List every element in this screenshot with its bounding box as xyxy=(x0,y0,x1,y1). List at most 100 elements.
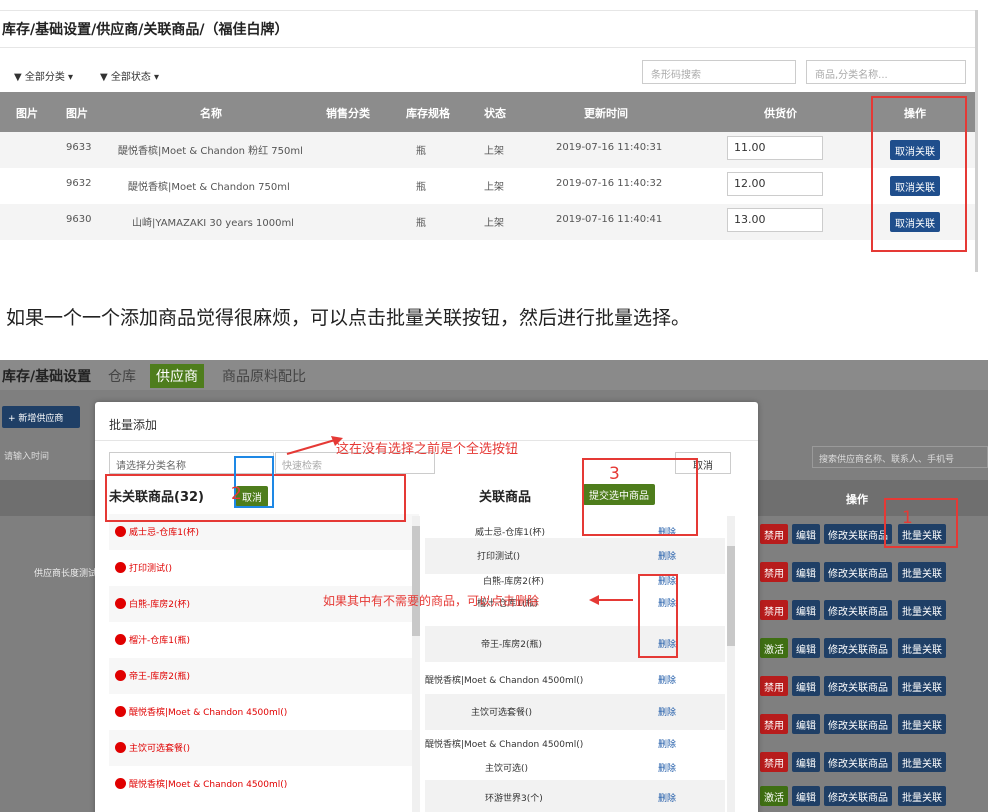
delete-highlight-box xyxy=(638,574,678,658)
tab-warehouse[interactable]: 仓库 xyxy=(108,366,136,386)
modify-linked-button[interactable]: 修改关联商品 xyxy=(824,752,892,772)
delete-link[interactable]: 删除 xyxy=(658,673,676,686)
item-label: 威士忌-仓库1(杯) xyxy=(475,528,545,538)
delete-link[interactable]: 删除 xyxy=(658,761,676,774)
item-label: 白熊-库房2(杯) xyxy=(129,600,190,610)
item-label: 醍悦香槟|Moet & Chandon 4500ml() xyxy=(425,676,584,686)
actions-highlight-box xyxy=(871,96,967,252)
table-row: 9630 山崎|YAMAZAKI 30 years 1000ml 瓶 上架 20… xyxy=(0,204,975,240)
batch-link-button[interactable]: 批量关联 xyxy=(898,752,946,772)
col-sales-category: 销售分类 xyxy=(326,107,370,120)
disable-button[interactable]: 禁用 xyxy=(760,714,788,734)
modify-linked-button[interactable]: 修改关联商品 xyxy=(824,786,892,806)
item-label: 打印测试() xyxy=(477,552,521,562)
edit-button[interactable]: 编辑 xyxy=(792,786,820,806)
edit-button[interactable]: 编辑 xyxy=(792,752,820,772)
activate-button[interactable]: 激活 xyxy=(760,638,788,658)
batch-link-button[interactable]: 批量关联 xyxy=(898,714,946,734)
item-label: 主饮可选() xyxy=(485,764,529,774)
tab-recipe[interactable]: 商品原料配比 xyxy=(222,366,306,386)
linked-list: 威士忌-仓库1(杯) 删除 打印测试() 删除 白熊-库房2(杯) 删除 榴汁-仓库1… xyxy=(425,514,725,812)
delete-link[interactable]: 删除 xyxy=(658,737,676,750)
row-name: 醍悦香槟|Moet & Chandon 粉红 750ml xyxy=(118,146,303,157)
col-image: 图片 xyxy=(16,107,38,120)
delete-link[interactable]: 删除 xyxy=(658,705,676,718)
modify-linked-button[interactable]: 修改关联商品 xyxy=(824,524,892,544)
batch-link-button[interactable]: 批量关联 xyxy=(898,600,946,620)
add-supplier-button[interactable]: + 新增供应商 xyxy=(2,406,80,428)
list-item[interactable]: 帝王-库房2(瓶) xyxy=(109,658,419,694)
modify-linked-button[interactable]: 修改关联商品 xyxy=(824,676,892,696)
row-updated: 2019-07-16 11:40:32 xyxy=(556,178,663,189)
delete-link[interactable]: 删除 xyxy=(658,791,676,804)
unselected-dot-icon xyxy=(115,562,126,573)
row-unit: 瓶 xyxy=(416,218,426,229)
annotation-number-2: 2 xyxy=(231,484,242,504)
price-input[interactable]: 11.00 xyxy=(727,136,823,160)
supplier-search-input[interactable]: 搜索供应商名称、联系人、手机号 xyxy=(812,446,988,468)
disable-button[interactable]: 禁用 xyxy=(760,524,788,544)
unselected-dot-icon xyxy=(115,598,126,609)
edit-button[interactable]: 编辑 xyxy=(792,714,820,734)
status-filter[interactable]: ▼ 全部状态 ▾ xyxy=(100,68,159,83)
disable-button[interactable]: 禁用 xyxy=(760,562,788,582)
edit-button[interactable]: 编辑 xyxy=(792,562,820,582)
edit-button[interactable]: 编辑 xyxy=(792,676,820,696)
row-updated: 2019-07-16 11:40:31 xyxy=(556,142,663,153)
scroll-thumb[interactable] xyxy=(412,526,420,636)
edit-button[interactable]: 编辑 xyxy=(792,638,820,658)
batch-link-button[interactable]: 批量关联 xyxy=(898,676,946,696)
date-input[interactable]: 请输入时间 xyxy=(0,444,92,466)
name-search-input[interactable]: 商品,分类名称... xyxy=(806,60,966,84)
modify-linked-button[interactable]: 修改关联商品 xyxy=(824,714,892,734)
breadcrumb: 库存/基础设置 xyxy=(2,369,92,385)
col-name: 名称 xyxy=(200,107,222,120)
item-label: 主饮可选套餐() xyxy=(129,744,191,754)
item-label: 主饮可选套餐() xyxy=(471,708,533,718)
scroll-thumb[interactable] xyxy=(727,546,735,646)
row-name: 山崎|YAMAZAKI 30 years 1000ml xyxy=(132,218,294,229)
row-status: 上架 xyxy=(484,218,504,229)
list-item[interactable]: 醍悦香槟|Moet & Chandon 4500ml() xyxy=(109,694,419,730)
batch-link-button[interactable]: 批量关联 xyxy=(898,786,946,806)
edit-button[interactable]: 编辑 xyxy=(792,524,820,544)
delete-link[interactable]: 删除 xyxy=(658,549,676,562)
item-label: 醍悦香槟|Moet & Chandon 4500ml() xyxy=(129,708,288,718)
row-status: 上架 xyxy=(484,182,504,193)
list-item[interactable]: 主饮可选套餐() xyxy=(109,730,419,766)
item-label: 帝王-库房2(瓶) xyxy=(481,640,542,650)
barcode-search-input[interactable]: 条形码搜索 xyxy=(642,60,796,84)
price-input[interactable]: 13.00 xyxy=(727,208,823,232)
modify-linked-button[interactable]: 修改关联商品 xyxy=(824,600,892,620)
modify-linked-button[interactable]: 修改关联商品 xyxy=(824,638,892,658)
unlinked-scrollbar[interactable] xyxy=(412,516,420,812)
unlinked-list: 威士忌-仓库1(杯) 打印测试() 白熊-库房2(杯) 榴汁-仓库1(瓶) 帝王… xyxy=(109,514,419,812)
edit-button[interactable]: 编辑 xyxy=(792,600,820,620)
category-filter[interactable]: ▼ 全部分类 ▾ xyxy=(14,68,73,83)
item-label: 醍悦香槟|Moet & Chandon 4500ml() xyxy=(129,780,288,790)
batch-link-highlight-box xyxy=(884,498,958,548)
col-price: 供货价 xyxy=(764,107,797,120)
batch-link-button[interactable]: 批量关联 xyxy=(898,638,946,658)
unselected-dot-icon xyxy=(115,670,126,681)
row-unit: 瓶 xyxy=(416,146,426,157)
list-item[interactable]: 榴汁-仓库1(瓶) xyxy=(109,622,419,658)
disable-button[interactable]: 禁用 xyxy=(760,676,788,696)
list-item: 帝王-库房2(瓶) 删除 xyxy=(425,626,725,662)
modify-linked-button[interactable]: 修改关联商品 xyxy=(824,562,892,582)
disable-button[interactable]: 禁用 xyxy=(760,600,788,620)
list-item[interactable]: 醍悦香槟|Moet & Chandon 4500ml() xyxy=(109,766,419,802)
row-id: 9630 xyxy=(66,214,92,225)
price-input[interactable]: 12.00 xyxy=(727,172,823,196)
tab-supplier[interactable]: 供应商 xyxy=(150,364,204,388)
table-row: 9633 醍悦香槟|Moet & Chandon 粉红 750ml 瓶 上架 2… xyxy=(0,132,975,168)
list-item[interactable]: 打印测试() xyxy=(109,550,419,586)
batch-link-button[interactable]: 批量关联 xyxy=(898,562,946,582)
annotation-number-3: 3 xyxy=(609,464,620,484)
disable-button[interactable]: 禁用 xyxy=(760,752,788,772)
linked-scrollbar[interactable] xyxy=(727,516,735,812)
activate-button[interactable]: 激活 xyxy=(760,786,788,806)
table-header: 图片 图片 名称 销售分类 库存规格 状态 更新时间 供货价 操作 xyxy=(0,92,975,132)
submit-highlight-box xyxy=(582,458,698,536)
unselected-dot-icon xyxy=(115,634,126,645)
